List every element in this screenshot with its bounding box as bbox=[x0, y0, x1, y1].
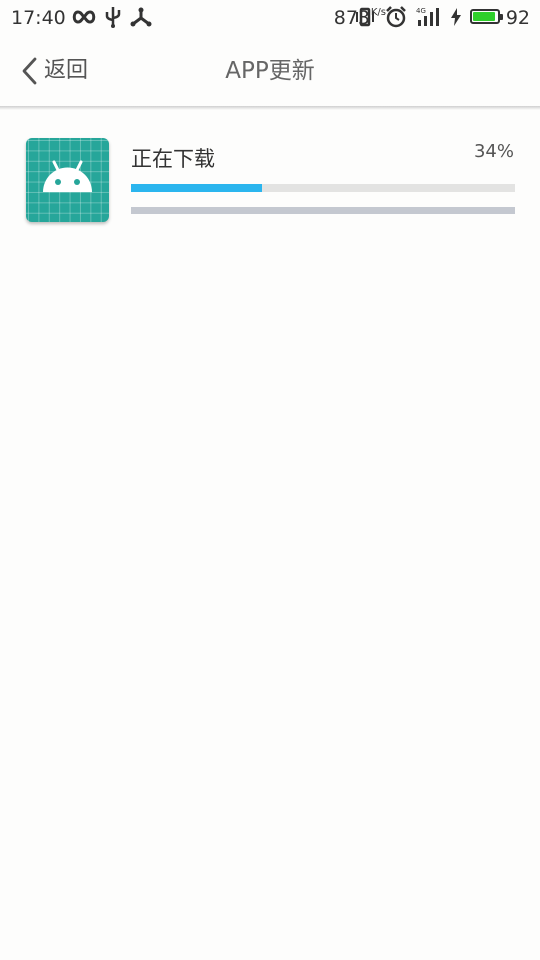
download-status: 正在下载 bbox=[131, 147, 215, 171]
alarm-icon bbox=[386, 6, 406, 28]
android-app-icon bbox=[26, 138, 109, 222]
header-divider bbox=[0, 106, 540, 110]
header-bar: 返回 APP更新 bbox=[0, 36, 540, 106]
vibrate-icon bbox=[356, 7, 374, 27]
android-logo-icon bbox=[43, 160, 92, 192]
svg-text:4G: 4G bbox=[416, 7, 426, 15]
signal-4g-icon: 4G bbox=[416, 7, 439, 26]
card-divider bbox=[131, 207, 515, 214]
status-bar: 17:40 873 K/s 4G 92 bbox=[0, 0, 540, 36]
battery-icon bbox=[470, 9, 503, 24]
page-title: APP更新 bbox=[225, 58, 315, 84]
share-icon bbox=[130, 7, 152, 27]
battery-fill bbox=[473, 12, 495, 21]
infinity-icon bbox=[72, 10, 96, 24]
download-percent: 34% bbox=[473, 141, 514, 162]
download-progress-bar bbox=[131, 184, 515, 192]
charging-icon bbox=[451, 8, 461, 26]
battery-level: 92 bbox=[505, 7, 530, 29]
download-progress-fill bbox=[131, 184, 262, 192]
status-time: 17:40 bbox=[11, 7, 66, 29]
usb-icon bbox=[105, 7, 121, 28]
